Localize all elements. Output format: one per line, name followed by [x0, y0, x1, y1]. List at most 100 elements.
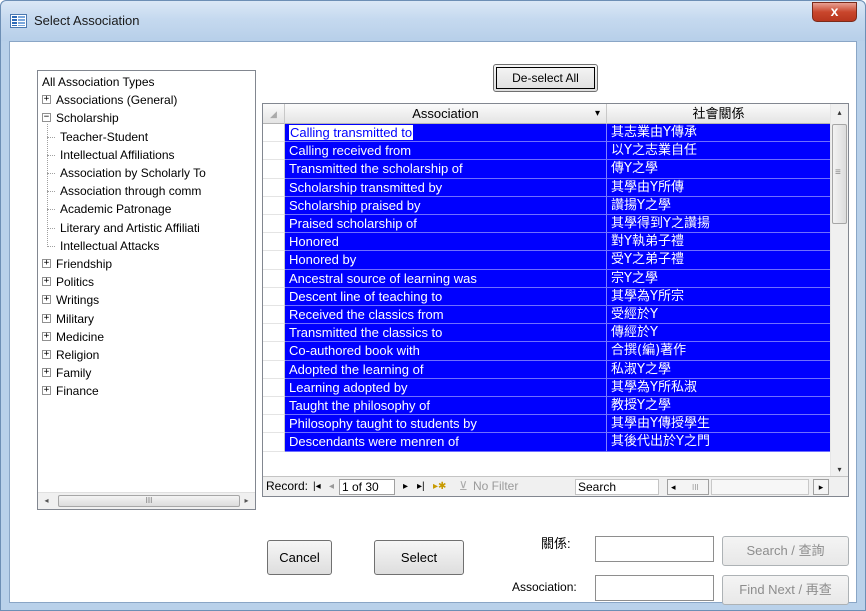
tree-horizontal-scrollbar[interactable]: ◂ III ▸	[38, 492, 255, 509]
grid-hscroll-left[interactable]: ◂ III	[667, 479, 709, 495]
association-cell[interactable]: Co-authored book with	[285, 342, 607, 361]
tree-group-item[interactable]: + Family	[42, 364, 252, 382]
scroll-thumb[interactable]: III	[58, 495, 240, 507]
tree-group-item[interactable]: + Military	[42, 310, 252, 328]
guanxi-cell[interactable]: 受經於Y	[607, 306, 831, 325]
table-row[interactable]: Received the classics from 受經於Y	[285, 306, 831, 325]
association-cell[interactable]: Scholarship transmitted by	[285, 178, 607, 197]
association-cell[interactable]: Learning adopted by	[285, 378, 607, 397]
expand-toggle-icon[interactable]: +	[42, 95, 51, 105]
guanxi-cell[interactable]: 私淑Y之學	[607, 360, 831, 379]
next-record-icon[interactable]: ▸	[403, 477, 408, 496]
grid-search-box[interactable]: Search	[575, 479, 659, 495]
table-row[interactable]: Transmitted the classics to 傳經於Y	[285, 324, 831, 343]
grid-hscroll-track[interactable]	[711, 479, 809, 495]
expand-toggle-icon[interactable]: +	[42, 368, 51, 378]
grid-scroll-right-icon[interactable]: ▸	[813, 479, 829, 495]
record-selector[interactable]	[263, 287, 285, 306]
guanxi-cell[interactable]: 對Y執弟子禮	[607, 233, 831, 252]
expand-toggle-icon[interactable]: −	[42, 113, 51, 123]
record-selector[interactable]	[263, 251, 285, 270]
tree-group-item[interactable]: + Associations (General)	[42, 91, 252, 109]
vertical-scroll-thumb[interactable]: ≡	[832, 124, 847, 224]
record-selector[interactable]	[263, 196, 285, 215]
expand-toggle-icon[interactable]: +	[42, 350, 51, 359]
association-cell[interactable]: Taught the philosophy of	[285, 397, 607, 416]
record-selector[interactable]	[263, 342, 285, 361]
record-selector[interactable]	[263, 160, 285, 179]
association-search-input[interactable]	[595, 575, 714, 601]
guanxi-cell[interactable]: 讚揚Y之學	[607, 196, 831, 215]
table-row[interactable]: Honored 對Y執弟子禮	[285, 233, 831, 252]
table-row[interactable]: Calling transmitted to 其志業由Y傳承	[285, 124, 831, 143]
record-selector[interactable]	[263, 360, 285, 379]
association-cell[interactable]: Received the classics from	[285, 306, 607, 325]
tree-group-item[interactable]: + Finance	[42, 382, 252, 400]
association-cell[interactable]: Descendants were menren of	[285, 433, 607, 452]
tree-root[interactable]: All Association Types	[42, 73, 155, 91]
expand-toggle-icon[interactable]: +	[42, 386, 51, 396]
record-selector[interactable]	[263, 269, 285, 288]
record-selector[interactable]	[263, 233, 285, 252]
new-record-icon[interactable]: ▸✱	[433, 477, 446, 496]
association-cell[interactable]: Calling transmitted to	[285, 124, 607, 143]
tree-group-item[interactable]: + Friendship	[42, 255, 252, 273]
table-row[interactable]: Philosophy taught to students by 其學由Y傳授學生	[285, 415, 831, 434]
guanxi-cell[interactable]: 傳Y之學	[607, 160, 831, 179]
record-selector[interactable]	[263, 433, 285, 452]
association-cell[interactable]: Adopted the learning of	[285, 360, 607, 379]
association-cell[interactable]: Transmitted the scholarship of	[285, 160, 607, 179]
tree-group-item[interactable]: − Scholarship	[42, 109, 252, 127]
last-record-icon[interactable]: ▸|	[417, 477, 425, 496]
guanxi-cell[interactable]: 宗Y之學	[607, 269, 831, 288]
search-button[interactable]: Search / 查詢	[722, 536, 849, 566]
association-cell[interactable]: Scholarship praised by	[285, 196, 607, 215]
association-cell[interactable]: Calling received from	[285, 142, 607, 161]
current-record-field[interactable]: 1 of 30	[339, 479, 395, 495]
table-row[interactable]: Scholarship praised by 讚揚Y之學	[285, 196, 831, 215]
association-cell[interactable]: Honored	[285, 233, 607, 252]
guanxi-cell[interactable]: 受Y之弟子禮	[607, 251, 831, 270]
tree-group-item[interactable]: + Religion	[42, 346, 252, 364]
association-cell[interactable]: Descent line of teaching to	[285, 287, 607, 306]
guanxi-search-input[interactable]	[595, 536, 714, 562]
find-next-button[interactable]: Find Next / 再查	[722, 575, 849, 605]
select-button[interactable]: Select	[374, 540, 464, 575]
column-header-association[interactable]: Association ▾	[285, 104, 607, 124]
record-selector[interactable]	[263, 306, 285, 325]
guanxi-cell[interactable]: 其學得到Y之讚揚	[607, 215, 831, 234]
association-type-tree[interactable]: All Association Types + Associations (Gene…	[37, 70, 256, 510]
scroll-right-icon[interactable]: ▸	[238, 493, 255, 509]
close-button[interactable]: x	[812, 2, 857, 22]
active-cell-text[interactable]: Calling transmitted to	[289, 125, 414, 140]
record-selector[interactable]	[263, 378, 285, 397]
first-record-icon[interactable]: |◂	[313, 477, 321, 496]
select-all-corner[interactable]: ◢	[263, 104, 285, 124]
table-row[interactable]: Co-authored book with 合撰(編)著作	[285, 342, 831, 361]
association-cell[interactable]: Honored by	[285, 251, 607, 270]
record-selector[interactable]	[263, 178, 285, 197]
table-row[interactable]: Ancestral source of learning was 宗Y之學	[285, 269, 831, 288]
tree-group-item[interactable]: + Politics	[42, 273, 252, 291]
scroll-up-icon[interactable]: ▴	[831, 104, 848, 121]
previous-record-icon[interactable]: ◂	[329, 477, 334, 496]
expand-toggle-icon[interactable]: +	[42, 313, 51, 323]
association-cell[interactable]: Transmitted the classics to	[285, 324, 607, 343]
record-selector[interactable]	[263, 415, 285, 434]
expand-toggle-icon[interactable]: +	[42, 277, 51, 287]
guanxi-cell[interactable]: 合撰(編)著作	[607, 342, 831, 361]
scroll-left-icon[interactable]: ◂	[38, 493, 55, 509]
grid-scroll-left-icon[interactable]: ◂	[671, 478, 676, 496]
guanxi-cell[interactable]: 其學為Y所私淑	[607, 378, 831, 397]
association-cell[interactable]: Praised scholarship of	[285, 215, 607, 234]
table-row[interactable]: Learning adopted by 其學為Y所私淑	[285, 378, 831, 397]
record-selector[interactable]	[263, 215, 285, 234]
guanxi-cell[interactable]: 其後代出於Y之門	[607, 433, 831, 452]
table-row[interactable]: Transmitted the scholarship of 傳Y之學	[285, 160, 831, 179]
record-selector[interactable]	[263, 142, 285, 161]
table-row[interactable]: Honored by 受Y之弟子禮	[285, 251, 831, 270]
tree-group-item[interactable]: + Medicine	[42, 328, 252, 346]
table-row[interactable]: Taught the philosophy of 教授Y之學	[285, 397, 831, 416]
expand-toggle-icon[interactable]: +	[42, 331, 51, 341]
deselect-all-button[interactable]: De-select All	[493, 64, 598, 92]
